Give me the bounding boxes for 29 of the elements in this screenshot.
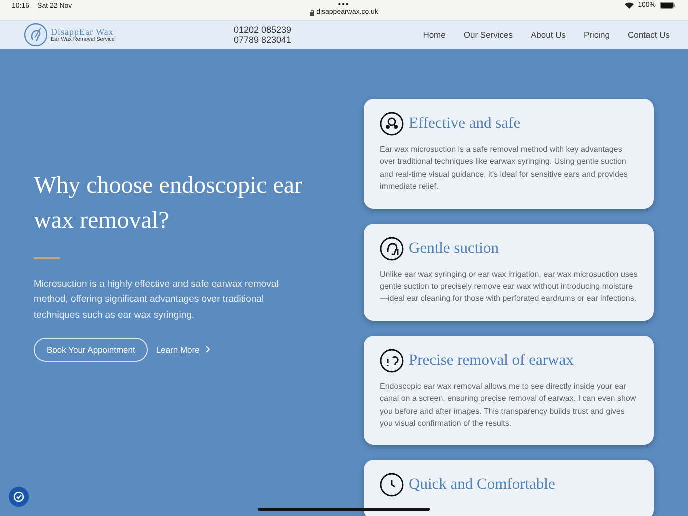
nav-link[interactable]: Contact Us <box>628 30 670 40</box>
card-title: Gentle suction <box>409 240 499 258</box>
card-text: Endoscopic ear wax removal allows me to see directly inside your ear canal on a screen, ensuring precise removal of earwax. I can even show you before and after images. This transparency builds trust and gives you visual confirmation of the results. <box>380 380 638 430</box>
hero-heading: Why choose endoscopic ear wax removal? <box>34 172 304 236</box>
more-dots[interactable]: ••• <box>338 0 350 9</box>
logo-title: DisappEar Wax <box>51 28 115 36</box>
lock-icon <box>310 10 315 16</box>
ear-icon <box>380 236 404 261</box>
accessibility-icon <box>13 491 25 503</box>
clock-icon <box>380 473 404 498</box>
book-appointment-button[interactable]: Book Your Appointment <box>34 338 148 362</box>
wifi-icon <box>625 2 634 9</box>
phone-number[interactable]: 07789 823041 <box>234 35 364 46</box>
phone-number[interactable]: 01202 085239 <box>234 24 364 35</box>
nav-link[interactable]: Pricing <box>584 30 610 40</box>
learn-more-link[interactable]: Learn More <box>156 344 210 355</box>
card-text: Unlike ear wax syringing or ear wax irrigation, ear wax microsuction uses gentle suction to precisely remove ear wax without introducing moisture—ideal ear cleaning for those with perforated eardrums or ear infections. <box>380 268 638 306</box>
battery-icon <box>660 2 676 9</box>
chevron-right-icon <box>206 346 210 354</box>
card-text: Ear wax microsuction is a safe removal method with key advantages over traditional techniques like earwax syringing. Using gentle suction and real-time visual guidance, it's ideal for sensitive ears and provides immediate relief. <box>380 144 629 194</box>
nav-link[interactable]: About Us <box>531 30 566 40</box>
card-title: Precise removal of earwax <box>409 352 574 370</box>
lenses-icon <box>380 112 404 136</box>
nav-link[interactable]: Our Services <box>464 30 513 40</box>
accessibility-button[interactable] <box>9 487 29 507</box>
nav-link[interactable]: Home <box>423 30 446 40</box>
card-title: Quick and Comfortable <box>409 476 556 494</box>
hero-text: Microsuction is a highly effective and safe earwax removal method, offering significant advantages over traditional techniques such as ear wax syringing. <box>34 278 280 323</box>
card-title: Effective and safe <box>409 115 521 133</box>
